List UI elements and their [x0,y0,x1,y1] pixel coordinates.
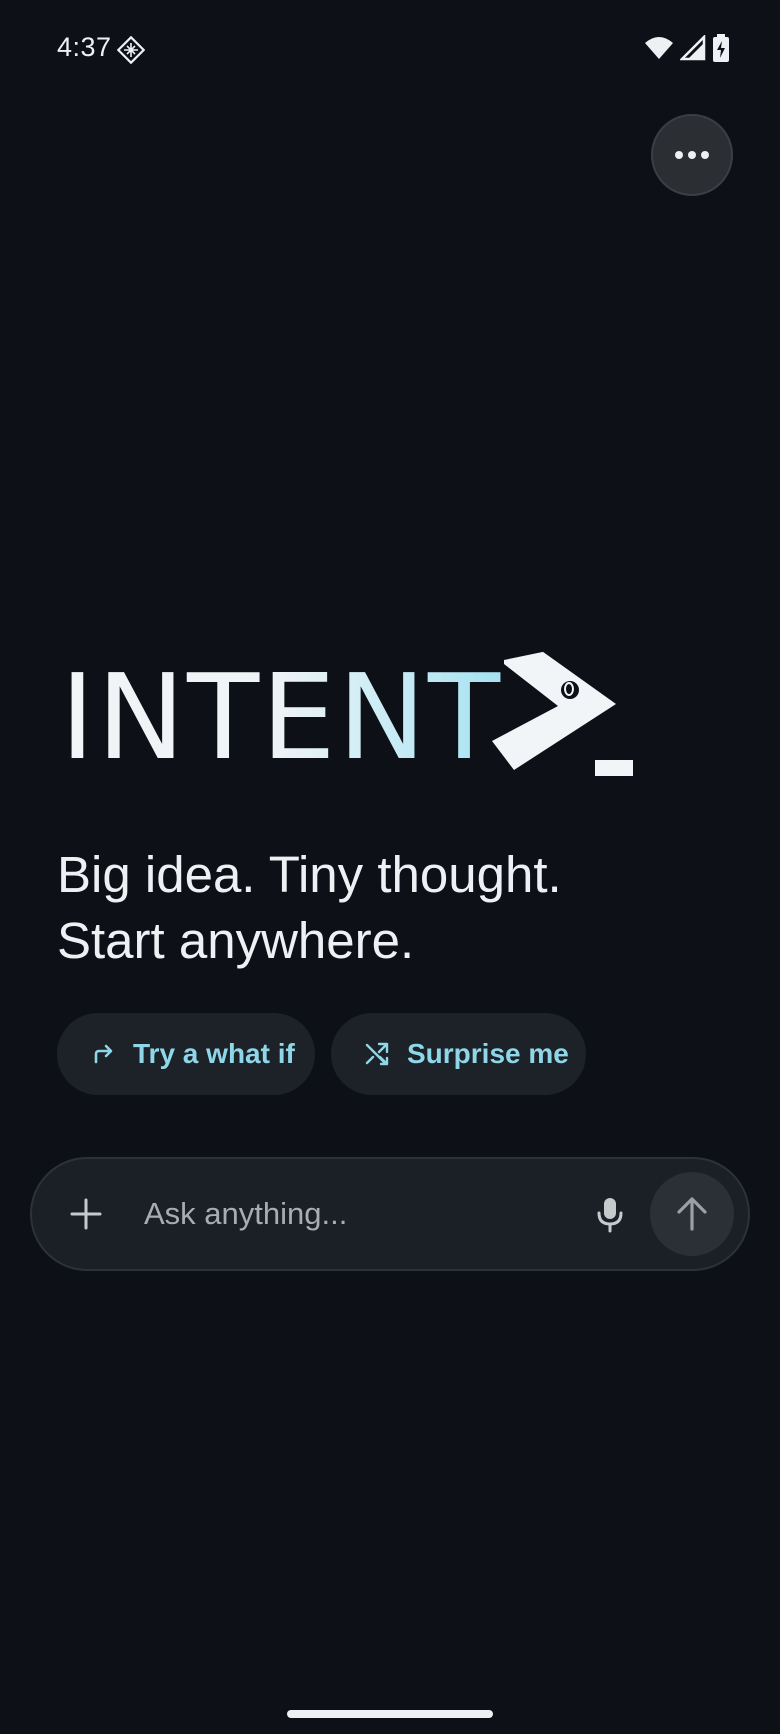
tagline-line-1: Big idea. Tiny thought. [57,846,562,903]
try-what-if-label: Try a what if [133,1038,295,1069]
arrow-up-icon [677,1197,707,1231]
composer-bar [30,1157,750,1271]
status-bar: 4:37 [0,0,780,100]
wifi-icon [645,37,673,59]
tagline-line-2: Start anywhere. [57,912,415,969]
status-time: 4:37 [57,32,112,62]
send-button[interactable] [650,1172,734,1256]
ask-input[interactable] [144,1189,504,1239]
signal-icon [680,35,706,61]
surprise-me-chip[interactable]: Surprise me [331,1013,586,1095]
more-options-button[interactable] [651,114,733,196]
battery-charging-icon [713,34,729,62]
status-icons [644,34,730,62]
more-horizontal-icon [675,151,709,159]
home-indicator[interactable] [287,1710,493,1718]
surprise-me-label: Surprise me [407,1038,569,1069]
intent-logo: INTENT [60,648,633,786]
try-what-if-chip[interactable]: Try a what if [57,1013,315,1095]
plus-icon[interactable] [68,1196,104,1232]
logo-wordmark: INTENT [60,648,502,786]
hero-tagline: Big idea. Tiny thought. Start anywhere. [57,842,737,974]
redo-arrow-icon [94,1044,113,1064]
shuffle-icon [365,1042,389,1066]
prompt-chevron-icon [492,651,633,776]
nfc-icon [117,36,145,64]
microphone-icon[interactable] [590,1194,630,1234]
